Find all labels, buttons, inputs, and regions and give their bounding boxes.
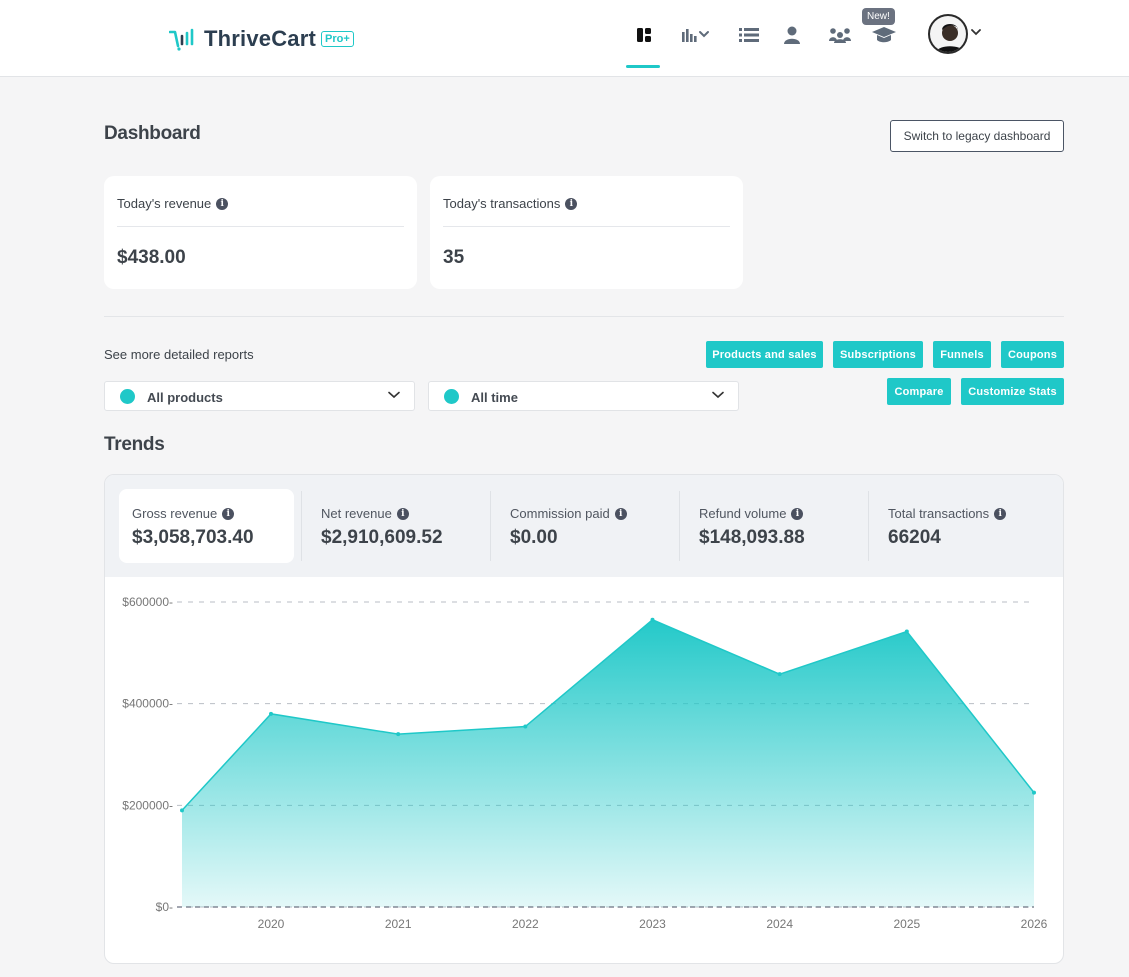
- gross-revenue-area-chart: $0- $200000- $400000- $600000- 2020 2021 2022 2…: [122, 595, 1048, 931]
- divider: [117, 226, 404, 227]
- data-point[interactable]: [904, 629, 909, 634]
- area-fill: [182, 619, 1034, 907]
- page-title: Dashboard: [104, 123, 201, 144]
- nav-customers[interactable]: [777, 23, 807, 47]
- card-label: Today's transactions: [443, 196, 561, 211]
- nav-affiliates[interactable]: [825, 23, 855, 47]
- new-badge: New!: [862, 8, 895, 25]
- top-navigation-bar: ThriveCart Pro+ New!: [0, 0, 1129, 77]
- x-tick-label: 2023: [639, 917, 666, 931]
- funnels-button[interactable]: Funnels: [933, 341, 991, 368]
- chevron-down-icon: [712, 391, 724, 399]
- customize-stats-button[interactable]: Customize Stats: [961, 378, 1064, 405]
- x-tick-label: 2025: [893, 917, 920, 931]
- x-tick-label: 2020: [258, 917, 285, 931]
- cart-logo-icon: [169, 28, 194, 51]
- y-tick-label: $400000-: [122, 697, 173, 711]
- divider: [443, 226, 730, 227]
- x-tick-label: 2024: [766, 917, 793, 931]
- nav-reports[interactable]: [680, 23, 712, 47]
- data-point[interactable]: [269, 711, 274, 716]
- data-point[interactable]: [1032, 790, 1036, 795]
- data-point[interactable]: [777, 672, 782, 677]
- x-tick-label: 2021: [385, 917, 412, 931]
- x-tick-label: 2026: [1021, 917, 1048, 931]
- affiliates-icon: [829, 28, 851, 43]
- section-divider: [104, 316, 1064, 317]
- x-tick-label: 2022: [512, 917, 539, 931]
- data-point[interactable]: [650, 617, 655, 622]
- brand-name: ThriveCart: [204, 26, 317, 51]
- products-and-sales-button[interactable]: Products and sales: [706, 341, 823, 368]
- filter-dot-icon: [120, 389, 135, 404]
- y-tick-label: $600000-: [122, 595, 173, 609]
- card-label-row: Today's transactions i: [443, 196, 578, 211]
- y-tick-label: $0-: [156, 900, 173, 914]
- y-tick-label: $200000-: [122, 798, 173, 812]
- time-filter-select[interactable]: All time: [428, 381, 739, 411]
- time-filter-value: All time: [471, 390, 518, 405]
- info-icon[interactable]: i: [216, 197, 229, 210]
- trends-title: Trends: [104, 434, 165, 455]
- nav-learn[interactable]: [869, 23, 899, 47]
- user-icon: [784, 26, 800, 44]
- nav-list[interactable]: [734, 23, 764, 47]
- dashboard-icon: [637, 28, 651, 42]
- compare-button[interactable]: Compare: [887, 378, 951, 405]
- data-point[interactable]: [396, 732, 401, 737]
- trends-panel: Gross revenue i $3,058,703.40 Net revenue…: [104, 474, 1064, 964]
- list-icon: [739, 28, 759, 42]
- todays-revenue-card: Today's revenue i $438.00: [104, 176, 417, 289]
- avatar-photo: [930, 16, 966, 52]
- user-avatar[interactable]: [928, 14, 968, 54]
- reports-chart-icon: [682, 29, 709, 42]
- switch-legacy-dashboard-button[interactable]: Switch to legacy dashboard: [890, 120, 1064, 152]
- data-point[interactable]: [523, 724, 528, 729]
- chevron-down-icon: [388, 391, 400, 399]
- nav-dashboard[interactable]: [629, 23, 659, 47]
- chevron-down-icon[interactable]: [971, 28, 981, 36]
- plan-badge: Pro+: [321, 31, 354, 47]
- card-value: 35: [443, 247, 465, 268]
- filter-dot-icon: [444, 389, 459, 404]
- subscriptions-button[interactable]: Subscriptions: [833, 341, 923, 368]
- todays-transactions-card: Today's transactions i 35: [430, 176, 743, 289]
- data-point[interactable]: [180, 808, 184, 813]
- active-nav-indicator: [626, 65, 660, 68]
- see-more-reports-label: See more detailed reports: [104, 347, 254, 362]
- coupons-button[interactable]: Coupons: [1001, 341, 1064, 368]
- info-icon[interactable]: i: [565, 197, 578, 210]
- product-filter-select[interactable]: All products: [104, 381, 415, 411]
- card-label-row: Today's revenue i: [117, 196, 229, 211]
- graduation-cap-icon: [872, 27, 896, 43]
- card-label: Today's revenue: [117, 196, 212, 211]
- product-filter-value: All products: [147, 390, 223, 405]
- thrivecart-logo[interactable]: ThriveCart Pro+: [169, 26, 354, 52]
- card-value: $438.00: [117, 247, 186, 268]
